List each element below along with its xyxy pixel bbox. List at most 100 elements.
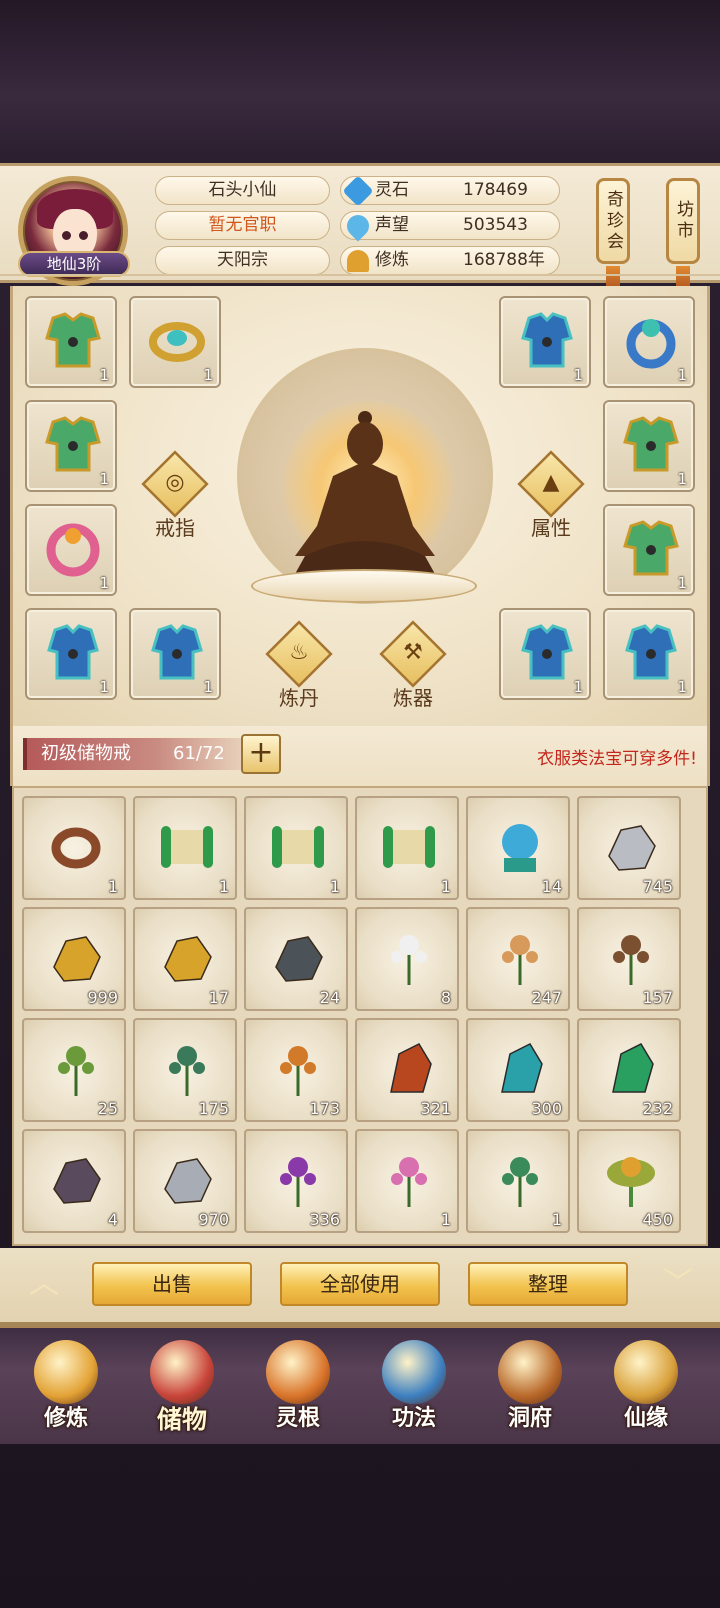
nav-label: 灵根 <box>275 1406 320 1431</box>
equip-slot-left-6[interactable]: 1 <box>129 608 221 700</box>
use-all-button[interactable]: 全部使用 <box>280 1262 440 1306</box>
armor-icon <box>623 416 679 472</box>
white-flower-icon <box>391 935 427 985</box>
inventory-slot[interactable]: 157 <box>577 907 681 1011</box>
rank-badge: 地仙3阶 <box>18 251 130 277</box>
market-button[interactable]: 坊市 <box>666 178 700 264</box>
berry-branch-icon <box>169 1046 205 1096</box>
alchemy-button[interactable]: ♨ 炼丹 <box>259 620 339 722</box>
ring-icon <box>46 523 100 577</box>
equip-slot-left-5[interactable]: 1 <box>25 608 117 700</box>
inventory-slot[interactable]: 1 <box>22 796 126 900</box>
equip-slot-left-2[interactable]: 1 <box>129 296 221 388</box>
page-up-icon[interactable]: ︿ <box>14 1262 74 1306</box>
inventory-slot[interactable]: 173 <box>244 1018 348 1122</box>
attributes-button[interactable]: ▲ 属性 <box>511 450 591 552</box>
ring-button[interactable]: ◎ 戒指 <box>135 450 215 552</box>
inventory-slot[interactable]: 14 <box>466 796 570 900</box>
inventory-slot[interactable]: 1 <box>466 1129 570 1233</box>
inventory-slot[interactable]: 4 <box>22 1129 126 1233</box>
nav-item-2[interactable]: 储物 <box>130 1338 234 1438</box>
scroll-green-icon <box>272 826 324 868</box>
inventory-slot[interactable]: 300 <box>466 1018 570 1122</box>
nav-item-5[interactable]: 洞府 <box>478 1338 582 1438</box>
cauldron-icon: ♨ <box>289 640 309 665</box>
expand-storage-button[interactable]: + <box>241 734 281 774</box>
item-count: 321 <box>420 1099 451 1118</box>
meditating-figure[interactable] <box>285 406 445 576</box>
inventory-slot[interactable]: 175 <box>133 1018 237 1122</box>
equip-slot-right-2[interactable]: 1 <box>603 296 695 388</box>
gold-ore-icon <box>53 936 101 982</box>
inventory-slot[interactable]: 999 <box>22 907 126 1011</box>
inventory-slot[interactable]: 247 <box>466 907 570 1011</box>
equipment-panel: 1 1 1 1 1 1 1 1 1 1 1 1 ◎ 戒指 ▲ 属性 ♨ 炼丹 ⚒… <box>10 286 710 726</box>
equip-slot-left-3[interactable]: 1 <box>25 400 117 492</box>
storage-bag-icon <box>150 1340 214 1404</box>
item-count: 336 <box>309 1210 340 1229</box>
nav-item-6[interactable]: 仙缘 <box>594 1338 698 1438</box>
inventory-slot[interactable]: 25 <box>22 1018 126 1122</box>
inventory-slot[interactable]: 1 <box>355 796 459 900</box>
sect-name: 天阳宗 <box>155 246 330 275</box>
nav-label: 储物 <box>156 1405 207 1434</box>
inventory-slot[interactable]: 336 <box>244 1129 348 1233</box>
page-down-icon[interactable]: ﹀ <box>648 1262 708 1306</box>
storage-ring-tab[interactable]: 初级储物戒 61/72 <box>23 738 243 770</box>
silver-ore-icon <box>608 825 656 871</box>
scroll-green-icon <box>161 826 213 868</box>
treasure-fair-button[interactable]: 奇珍会 <box>596 178 630 264</box>
inventory-slot[interactable]: 17 <box>133 907 237 1011</box>
dark-ore-icon <box>275 936 323 982</box>
nav-item-3[interactable]: 灵根 <box>246 1338 350 1438</box>
inventory-slot[interactable]: 1 <box>244 796 348 900</box>
item-count: 1 <box>107 877 118 896</box>
cordyceps-icon <box>280 1046 316 1096</box>
inventory-slot[interactable]: 450 <box>577 1129 681 1233</box>
spirit-stone-display: 灵石 178469 <box>340 175 560 207</box>
root-herb-icon <box>613 935 649 985</box>
item-count: 970 <box>198 1210 229 1229</box>
item-count: 1 <box>329 877 340 896</box>
item-count: 173 <box>309 1099 340 1118</box>
sell-button[interactable]: 出售 <box>92 1262 252 1306</box>
inventory-slot[interactable]: 24 <box>244 907 348 1011</box>
hat-icon: ▲ <box>542 470 560 495</box>
inventory-slot[interactable]: 8 <box>355 907 459 1011</box>
pink-flowers-icon <box>391 1157 427 1207</box>
storage-bar: 初级储物戒 61/72 + 衣服类法宝可穿多件! <box>10 726 710 786</box>
equip-slot-right-4[interactable]: 1 <box>603 504 695 596</box>
cultivation-display: 修炼 168788年 <box>340 246 560 275</box>
immortal-fate-icon <box>614 1340 678 1404</box>
official-title[interactable]: 暂无官职 <box>155 211 330 240</box>
inventory-slot[interactable]: 1 <box>133 796 237 900</box>
ring-icon <box>149 322 205 362</box>
nav-label: 修炼 <box>43 1406 88 1431</box>
winged-armor-icon <box>625 624 677 680</box>
equip-slot-left-1[interactable]: 1 <box>25 296 117 388</box>
forge-button[interactable]: ⚒ 炼器 <box>373 620 453 722</box>
inventory-slot[interactable]: 232 <box>577 1018 681 1122</box>
inventory-slot[interactable]: 970 <box>133 1129 237 1233</box>
equip-slot-right-5[interactable]: 1 <box>499 608 591 700</box>
bottom-nav: 修炼 储物 灵根 功法 洞府 仙缘 <box>0 1326 720 1444</box>
equip-slot-left-4[interactable]: 1 <box>25 504 117 596</box>
nav-item-1[interactable]: 修炼 <box>14 1338 118 1438</box>
equip-slot-right-6[interactable]: 1 <box>603 608 695 700</box>
player-name: 石头小仙 <box>155 176 330 205</box>
inventory-slot[interactable]: 321 <box>355 1018 459 1122</box>
nav-item-4[interactable]: 功法 <box>362 1338 466 1438</box>
item-count: 175 <box>198 1099 229 1118</box>
inventory-slot[interactable]: 1 <box>355 1129 459 1233</box>
purple-stone-icon <box>53 1158 101 1204</box>
equip-slot-right-3[interactable]: 1 <box>603 400 695 492</box>
inventory-slot[interactable]: 745 <box>577 796 681 900</box>
nav-label: 洞府 <box>507 1406 552 1431</box>
sort-button[interactable]: 整理 <box>468 1262 628 1306</box>
spirit-stone-icon <box>342 175 374 207</box>
spirit-root-icon <box>266 1340 330 1404</box>
hammer-icon: ⚒ <box>403 640 423 665</box>
equip-slot-right-1[interactable]: 1 <box>499 296 591 388</box>
armor-icon <box>45 416 101 472</box>
reputation-display: 声望 503543 <box>340 210 560 242</box>
